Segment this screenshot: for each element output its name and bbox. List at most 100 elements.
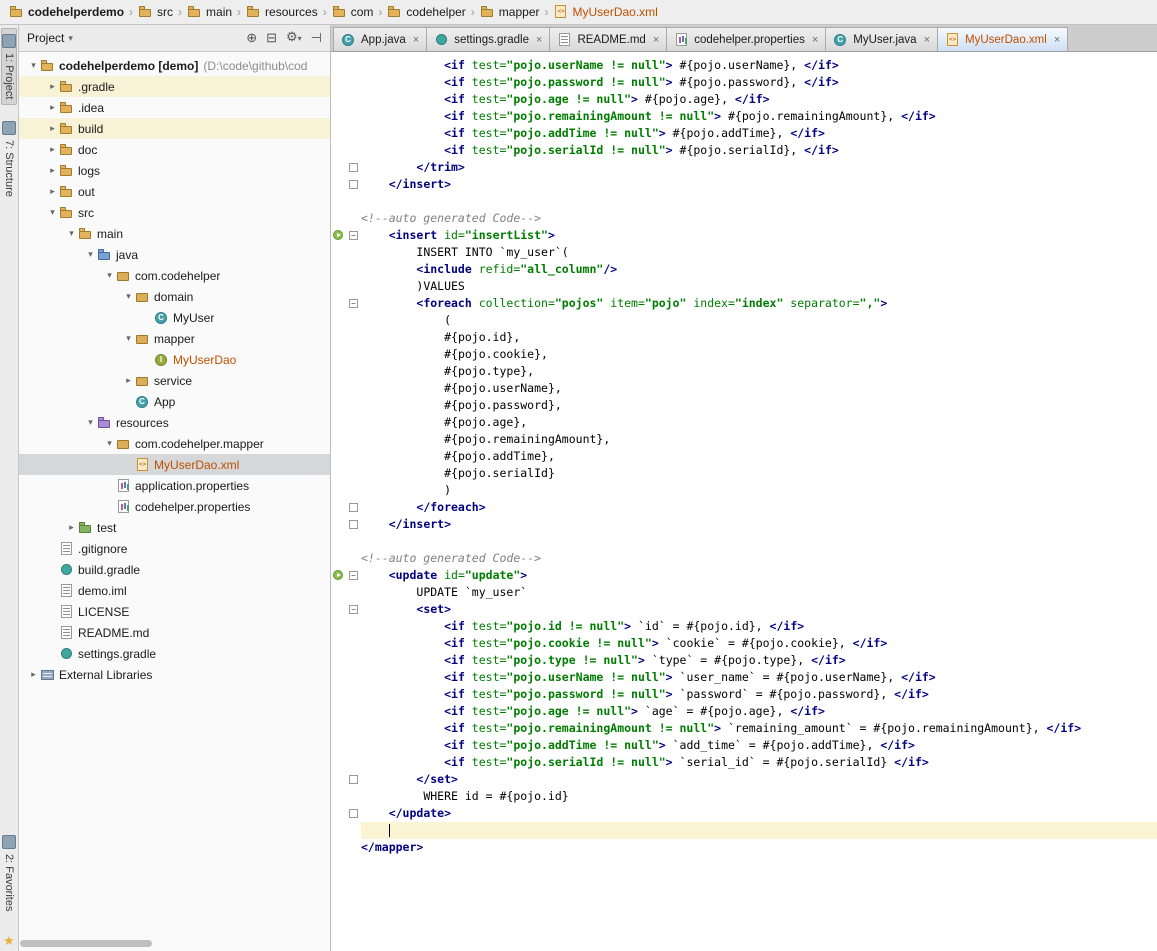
settings-gear-icon[interactable]: ⚙▾ [286,30,302,46]
tree-item-com-codehelper[interactable]: ▾com.codehelper [19,265,330,286]
tree-item-app[interactable]: App [19,391,330,412]
tab-close-icon[interactable]: × [1054,35,1060,45]
tree-item-external-libraries[interactable]: ▸External Libraries [19,664,330,685]
tree-item-src[interactable]: ▾src [19,202,330,223]
tree-item-resources[interactable]: ▾resources [19,412,330,433]
tree-expanded-arrow-icon[interactable]: ▾ [103,438,116,449]
tree-item-demo-iml[interactable]: demo.iml [19,580,330,601]
toolwindow-button-2-favorites[interactable]: 2: Favorites [1,829,17,917]
tree-item-out[interactable]: ▸out [19,181,330,202]
mybatis-statement-icon[interactable] [333,570,343,580]
tree-item-logs[interactable]: ▸logs [19,160,330,181]
tree-expanded-arrow-icon[interactable]: ▾ [27,60,40,71]
fold-collapse-icon[interactable]: − [349,299,358,308]
fold-end-icon[interactable] [349,503,358,512]
breadcrumb-resources[interactable]: resources [243,2,321,22]
tab-close-icon[interactable]: × [924,35,930,45]
tree-item-doc[interactable]: ▸doc [19,139,330,160]
tree-item-myuser[interactable]: MyUser [19,307,330,328]
fold-end-icon[interactable] [349,809,358,818]
tree-collapsed-arrow-icon[interactable]: ▸ [27,669,40,680]
tree-collapsed-arrow-icon[interactable]: ▸ [46,123,59,134]
tree-item-application-properties[interactable]: application.properties [19,475,330,496]
tree-item-test[interactable]: ▸test [19,517,330,538]
tab-app-java[interactable]: App.java× [333,27,427,51]
tree-expanded-arrow-icon[interactable]: ▾ [122,333,135,344]
collapse-all-icon[interactable]: ⊟ [266,31,277,45]
hscrollbar-thumb[interactable] [20,940,152,947]
code-line-text: <if test="pojo.remainingAmount != null">… [361,108,1157,125]
code-line-text: </set> [361,771,1157,788]
fold-end-icon[interactable] [349,775,358,784]
tree-item-idea[interactable]: ▸.idea [19,97,330,118]
tree-item-settings-gradle[interactable]: settings.gradle [19,643,330,664]
tree-item-gradle[interactable]: ▸.gradle [19,76,330,97]
fold-end-icon[interactable] [349,163,358,172]
tree-item-main[interactable]: ▾main [19,223,330,244]
toolwindow-button-7-structure[interactable]: 7: Structure [1,115,17,203]
tree-collapsed-arrow-icon[interactable]: ▸ [46,165,59,176]
tree-item-label: MyUser [173,311,214,325]
tree-item-build-gradle[interactable]: build.gradle [19,559,330,580]
tree-item-license[interactable]: LICENSE [19,601,330,622]
mybatis-statement-icon[interactable] [333,230,343,240]
breadcrumb-mapper[interactable]: mapper [477,2,543,22]
tree-item-codehelperdemo-demo[interactable]: ▾codehelperdemo [demo](D:\code\github\co… [19,55,330,76]
tree-item-build[interactable]: ▸build [19,118,330,139]
breadcrumb-codehelperdemo[interactable]: codehelperdemo [6,2,127,22]
tab-close-icon[interactable]: × [536,35,542,45]
tree-expanded-arrow-icon[interactable]: ▾ [103,270,116,281]
tree-collapsed-arrow-icon[interactable]: ▸ [46,144,59,155]
code-token: <if [444,738,465,752]
breadcrumb-main[interactable]: main [184,2,235,22]
breadcrumb-src[interactable]: src [135,2,176,22]
code-line: WHERE id = #{pojo.id} [331,788,1157,805]
tree-item-myuserdao[interactable]: MyUserDao [19,349,330,370]
tree-item-service[interactable]: ▸service [19,370,330,391]
tab-codehelper-properties[interactable]: codehelper.properties× [666,27,826,51]
tab-close-icon[interactable]: × [653,35,659,45]
code-token: > [666,755,673,769]
fold-collapse-icon[interactable]: − [349,571,358,580]
tab-myuserdao-xml[interactable]: MyUserDao.xml× [937,27,1068,51]
tree-collapsed-arrow-icon[interactable]: ▸ [46,102,59,113]
tab-settings-gradle[interactable]: settings.gradle× [426,27,550,51]
tree-collapsed-arrow-icon[interactable]: ▸ [46,186,59,197]
tree-item-myuserdao-xml[interactable]: MyUserDao.xml [19,454,330,475]
tab-myuser-java[interactable]: MyUser.java× [825,27,938,51]
tree-expanded-arrow-icon[interactable]: ▾ [46,207,59,218]
project-tree-hscrollbar[interactable] [19,939,330,948]
fold-end-icon[interactable] [349,520,358,529]
tree-item-com-codehelper-mapper[interactable]: ▾com.codehelper.mapper [19,433,330,454]
tree-expanded-arrow-icon[interactable]: ▾ [65,228,78,239]
tree-item-codehelper-properties[interactable]: codehelper.properties [19,496,330,517]
tree-item-mapper[interactable]: ▾mapper [19,328,330,349]
favorites-star-icon[interactable]: ★ [3,934,15,948]
tree-collapsed-arrow-icon[interactable]: ▸ [65,522,78,533]
breadcrumb-myuserdao-xml[interactable]: MyUserDao.xml [550,2,660,22]
fold-collapse-icon[interactable]: − [349,231,358,240]
tree-expanded-arrow-icon[interactable]: ▾ [84,249,97,260]
fold-collapse-icon[interactable]: − [349,605,358,614]
project-view-selector[interactable]: Project ▾ [27,31,73,45]
tab-close-icon[interactable]: × [413,35,419,45]
tab-readme-md[interactable]: README.md× [549,27,667,51]
tree-item-gitignore[interactable]: .gitignore [19,538,330,559]
code-line-text: INSERT INTO `my_user`( [361,244,1157,261]
toolwindow-button-1-project[interactable]: 1: Project [1,28,17,105]
left-toolwindow-bar: 1: Project 7: Structure 2: Favorites ★ [0,25,19,951]
tree-expanded-arrow-icon[interactable]: ▾ [122,291,135,302]
tree-item-readme-md[interactable]: README.md [19,622,330,643]
scroll-from-source-icon[interactable]: ⊕ [246,31,257,45]
hide-panel-icon[interactable]: ⊣ [311,31,322,45]
tree-item-domain[interactable]: ▾domain [19,286,330,307]
breadcrumb-com[interactable]: com [329,2,377,22]
tree-collapsed-arrow-icon[interactable]: ▸ [46,81,59,92]
fold-end-icon[interactable] [349,180,358,189]
tree-expanded-arrow-icon[interactable]: ▾ [84,417,97,428]
tab-close-icon[interactable]: × [812,35,818,45]
breadcrumb-codehelper[interactable]: codehelper [384,2,468,22]
tree-item-java[interactable]: ▾java [19,244,330,265]
editor-content[interactable]: <if test="pojo.userName != null"> #{pojo… [331,52,1157,951]
tree-collapsed-arrow-icon[interactable]: ▸ [122,375,135,386]
